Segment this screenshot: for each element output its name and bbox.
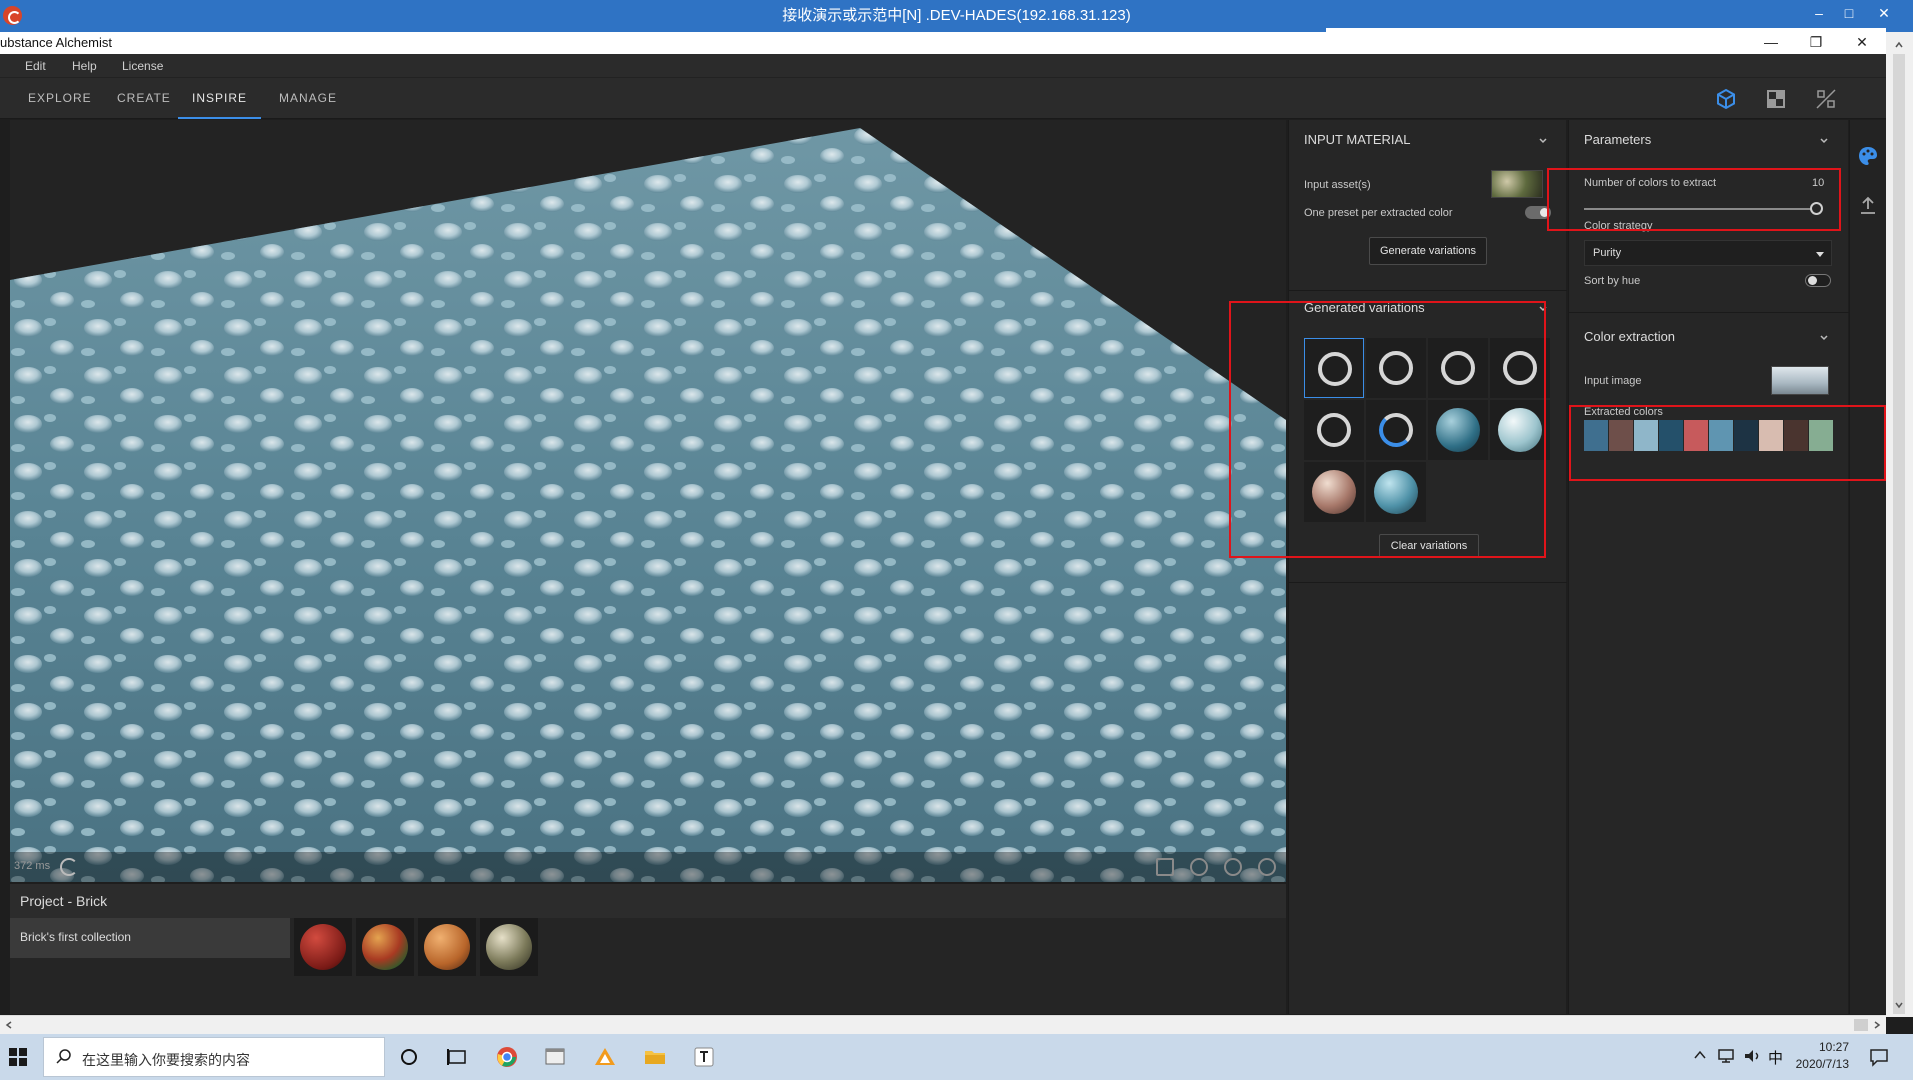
vertical-scrollbar[interactable] xyxy=(1886,32,1913,1017)
input-material-panel: INPUT MATERIAL Input asset(s) One preset… xyxy=(1288,120,1567,1014)
side-tool-strip xyxy=(1849,120,1886,1014)
substance-icon[interactable] xyxy=(593,1045,617,1069)
chevron-down-icon[interactable] xyxy=(1819,333,1829,343)
app-title-bar: ubstance Alchemist — ❐ ✕ xyxy=(0,32,1886,54)
tab-explore[interactable]: EXPLORE xyxy=(28,78,92,119)
menu-edit[interactable]: Edit xyxy=(25,54,46,78)
zoom-icon[interactable] xyxy=(1258,858,1276,876)
typora-icon[interactable] xyxy=(692,1045,716,1069)
sort-by-hue-toggle[interactable] xyxy=(1805,274,1831,287)
input-assets-label: Input asset(s) xyxy=(1304,179,1371,191)
input-image-label: Input image xyxy=(1584,375,1642,387)
scroll-down-icon[interactable] xyxy=(1894,1000,1904,1010)
chrome-icon[interactable] xyxy=(495,1045,519,1069)
material-preview-surface xyxy=(10,128,1286,882)
collection-item[interactable]: Brick's first collection xyxy=(10,918,290,958)
material-thumb[interactable] xyxy=(480,918,538,976)
project-body: Brick's first collection xyxy=(10,918,1286,1014)
loading-icon xyxy=(60,858,78,876)
viewport-footer: 372 ms xyxy=(10,852,1286,882)
remote-close-button[interactable]: ✕ xyxy=(1869,0,1899,28)
sort-by-hue-label: Sort by hue xyxy=(1584,275,1641,287)
tab-manage[interactable]: MANAGE xyxy=(279,78,337,119)
parameters-title: Parameters xyxy=(1584,132,1652,147)
camera-icon[interactable] xyxy=(1156,858,1174,876)
project-title: Project - Brick xyxy=(20,893,108,909)
taskbar-search[interactable]: 在这里输入你要搜索的内容 xyxy=(43,1037,385,1077)
2d-view-icon[interactable] xyxy=(1764,87,1788,111)
export-icon[interactable] xyxy=(1856,194,1880,218)
parameters-panel: Parameters Number of colors to extract 1… xyxy=(1568,120,1849,1014)
split-view-icon[interactable] xyxy=(1814,87,1838,111)
remote-minimize-button[interactable]: – xyxy=(1804,0,1834,28)
tab-create[interactable]: CREATE xyxy=(117,78,171,119)
3d-view-icon[interactable] xyxy=(1714,87,1738,111)
windows-start-icon[interactable] xyxy=(8,1047,28,1067)
pan-icon[interactable] xyxy=(1224,858,1242,876)
app-minimize-button[interactable]: — xyxy=(1752,32,1790,54)
clock-date: 2020/7/13 xyxy=(1795,1057,1849,1071)
notification-icon[interactable] xyxy=(1868,1046,1890,1068)
scroll-up-icon[interactable] xyxy=(1894,40,1904,50)
cortana-icon[interactable] xyxy=(397,1045,421,1069)
input-image-thumb[interactable] xyxy=(1771,366,1829,395)
windows-taskbar: 在这里输入你要搜索的内容 中 10:27 2020/7/13 xyxy=(0,1034,1913,1080)
ime-indicator[interactable]: 中 xyxy=(1768,1047,1783,1068)
scroll-left-icon[interactable] xyxy=(4,1020,14,1030)
search-icon xyxy=(56,1049,71,1064)
render-time: 372 ms xyxy=(14,860,51,872)
tab-inspire[interactable]: INSPIRE xyxy=(178,78,261,119)
highlight-generated-variations xyxy=(1229,301,1546,558)
menu-license[interactable]: License xyxy=(122,54,163,78)
app-title: ubstance Alchemist xyxy=(0,35,113,50)
material-thumb[interactable] xyxy=(356,918,414,976)
chevron-down-icon[interactable] xyxy=(1538,136,1548,146)
highlight-num-colors xyxy=(1547,168,1841,231)
search-placeholder: 在这里输入你要搜索的内容 xyxy=(82,1052,250,1068)
network-icon[interactable] xyxy=(1716,1046,1736,1066)
menu-help[interactable]: Help xyxy=(72,54,97,78)
color-strategy-select[interactable]: Purity xyxy=(1584,240,1832,266)
horizontal-scrollbar[interactable] xyxy=(0,1015,1886,1034)
caret-down-icon xyxy=(1816,252,1824,257)
menu-bar: Edit Help License xyxy=(0,54,1886,78)
project-header: Project - Brick xyxy=(10,884,1286,918)
scroll-right-icon[interactable] xyxy=(1872,1020,1882,1030)
app-window-icon[interactable] xyxy=(543,1045,567,1069)
input-asset-thumb[interactable] xyxy=(1491,170,1543,198)
highlight-extracted-colors xyxy=(1569,405,1886,481)
app-close-button[interactable]: ✕ xyxy=(1843,32,1881,54)
file-explorer-icon[interactable] xyxy=(643,1045,667,1069)
3d-viewport[interactable] xyxy=(10,120,1286,882)
material-thumb[interactable] xyxy=(294,918,352,976)
generate-variations-button[interactable]: Generate variations xyxy=(1369,237,1487,265)
taskbar-clock[interactable]: 10:27 2020/7/13 xyxy=(1796,1039,1849,1073)
color-extraction-title: Color extraction xyxy=(1584,329,1676,344)
one-preset-label: One preset per extracted color xyxy=(1304,207,1453,219)
chevron-down-icon[interactable] xyxy=(1819,136,1829,146)
input-material-title: INPUT MATERIAL xyxy=(1304,132,1411,147)
main-nav: EXPLORE CREATE INSPIRE MANAGE xyxy=(0,78,1886,119)
clock-time: 10:27 xyxy=(1818,1040,1849,1054)
remote-title-bar: 接收演示或示范中[N] .DEV-HADES(192.168.31.123) –… xyxy=(0,0,1913,32)
task-view-icon[interactable] xyxy=(445,1045,469,1069)
material-thumb[interactable] xyxy=(418,918,476,976)
color-strategy-value: Purity xyxy=(1593,247,1622,259)
rotate-icon[interactable] xyxy=(1190,858,1208,876)
volume-icon[interactable] xyxy=(1742,1046,1762,1066)
app-restore-button[interactable]: ❐ xyxy=(1797,32,1835,54)
palette-icon[interactable] xyxy=(1856,144,1880,168)
collection-label: Brick's first collection xyxy=(20,930,131,944)
remote-maximize-button[interactable]: □ xyxy=(1834,0,1864,28)
chevron-up-icon[interactable] xyxy=(1692,1047,1708,1063)
